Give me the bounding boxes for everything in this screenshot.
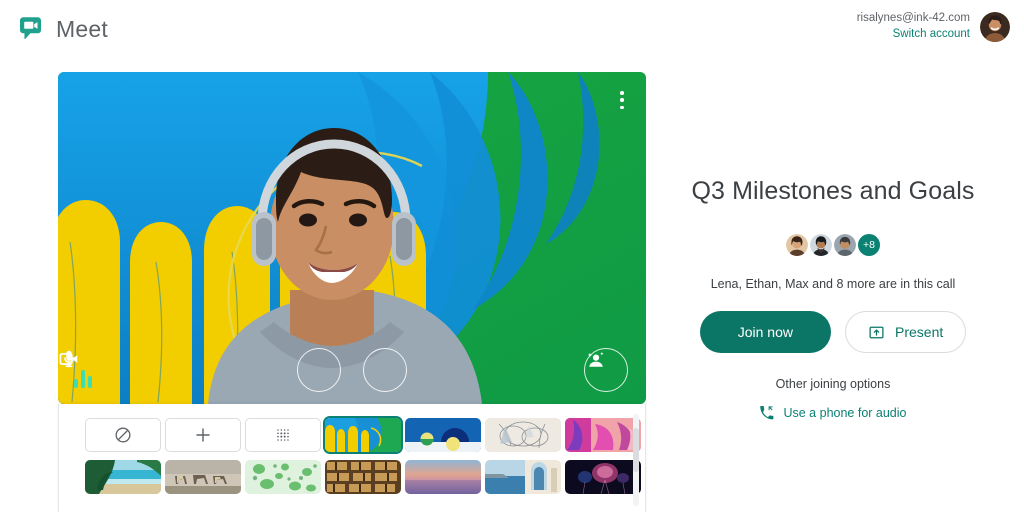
- effect-bg-sunset-gradient[interactable]: [405, 460, 481, 494]
- effect-bg-green-watercolor[interactable]: [245, 460, 321, 494]
- use-phone-for-audio-link[interactable]: Use a phone for audio: [759, 405, 907, 420]
- effect-add-background[interactable]: [165, 418, 241, 452]
- plus-icon: [193, 425, 213, 445]
- effect-bg-yellow-blue-swirl[interactable]: [325, 418, 401, 452]
- brand: Meet: [16, 14, 108, 44]
- effect-blur-background[interactable]: [245, 418, 321, 452]
- blur-dots-icon: [273, 425, 293, 445]
- participant-avatars: +8: [784, 232, 882, 258]
- join-panel: Q3 Milestones and Goals +8 Lena, Ethan, …: [660, 72, 1006, 432]
- avatar[interactable]: [832, 232, 858, 258]
- thumb-sunset: [405, 460, 481, 494]
- join-actions: Join now Present: [699, 311, 967, 353]
- present-label: Present: [895, 324, 944, 340]
- effect-bg-fireworks[interactable]: [565, 460, 641, 494]
- switch-account-link[interactable]: Switch account: [857, 27, 970, 43]
- thumb-lines: [485, 418, 561, 452]
- avatar[interactable]: [808, 232, 834, 258]
- thumb-watercolor: [245, 460, 321, 494]
- media-controls: [58, 348, 646, 392]
- avatar[interactable]: [784, 232, 810, 258]
- thumb-swirl: [325, 418, 401, 452]
- self-preview-video[interactable]: [58, 72, 646, 404]
- effect-bg-pink-abstract[interactable]: [565, 418, 641, 452]
- effect-bg-blue-spheres[interactable]: [405, 418, 481, 452]
- effect-no-effect[interactable]: [85, 418, 161, 452]
- microphone-button[interactable]: [64, 348, 341, 392]
- thumb-beach: [85, 460, 161, 494]
- participant-overflow-badge[interactable]: +8: [856, 232, 882, 258]
- effect-bg-bookshelf[interactable]: [325, 460, 401, 494]
- more-vertical-icon[interactable]: [612, 88, 632, 112]
- present-screen-icon: [868, 324, 885, 341]
- visual-effects-button[interactable]: [584, 348, 628, 392]
- use-phone-for-audio-label: Use a phone for audio: [783, 405, 907, 420]
- account-text: risalynes@ink-42.com Switch account: [857, 11, 970, 42]
- thumb-pink: [565, 418, 641, 452]
- join-now-button[interactable]: Join now: [699, 311, 831, 353]
- vertical-scrollbar[interactable]: [633, 414, 639, 506]
- page-title: Q3 Milestones and Goals: [691, 177, 975, 205]
- present-button[interactable]: Present: [845, 311, 967, 353]
- no-effect-slash-icon: [113, 425, 133, 445]
- effect-bg-santorini[interactable]: [485, 460, 561, 494]
- thumb-santorini: [485, 460, 561, 494]
- thumb-fireworks: [565, 460, 641, 494]
- background-effects-grid: [85, 418, 641, 494]
- thumb-books: [325, 460, 401, 494]
- other-joining-options-label: Other joining options: [775, 377, 891, 391]
- effect-bg-horses[interactable]: [165, 460, 241, 494]
- background-effects-panel: [58, 404, 646, 512]
- app-header: Meet risalynes@ink-42.com Switch account: [0, 0, 1024, 60]
- meet-video-bubble-icon: [16, 14, 46, 44]
- account-block: risalynes@ink-42.com Switch account: [857, 11, 1010, 42]
- account-email: risalynes@ink-42.com: [856, 12, 970, 24]
- camera-button[interactable]: [59, 348, 407, 392]
- thumb-horses: [165, 460, 241, 494]
- phone-dial-icon: [759, 405, 774, 420]
- thumb-spheres: [405, 418, 481, 452]
- participants-summary: Lena, Ethan, Max and 8 more are in this …: [710, 277, 956, 291]
- avatar[interactable]: [980, 11, 1010, 42]
- effect-bg-tropical-beach[interactable]: [85, 460, 161, 494]
- brand-name: Meet: [56, 15, 108, 42]
- effect-bg-line-art[interactable]: [485, 418, 561, 452]
